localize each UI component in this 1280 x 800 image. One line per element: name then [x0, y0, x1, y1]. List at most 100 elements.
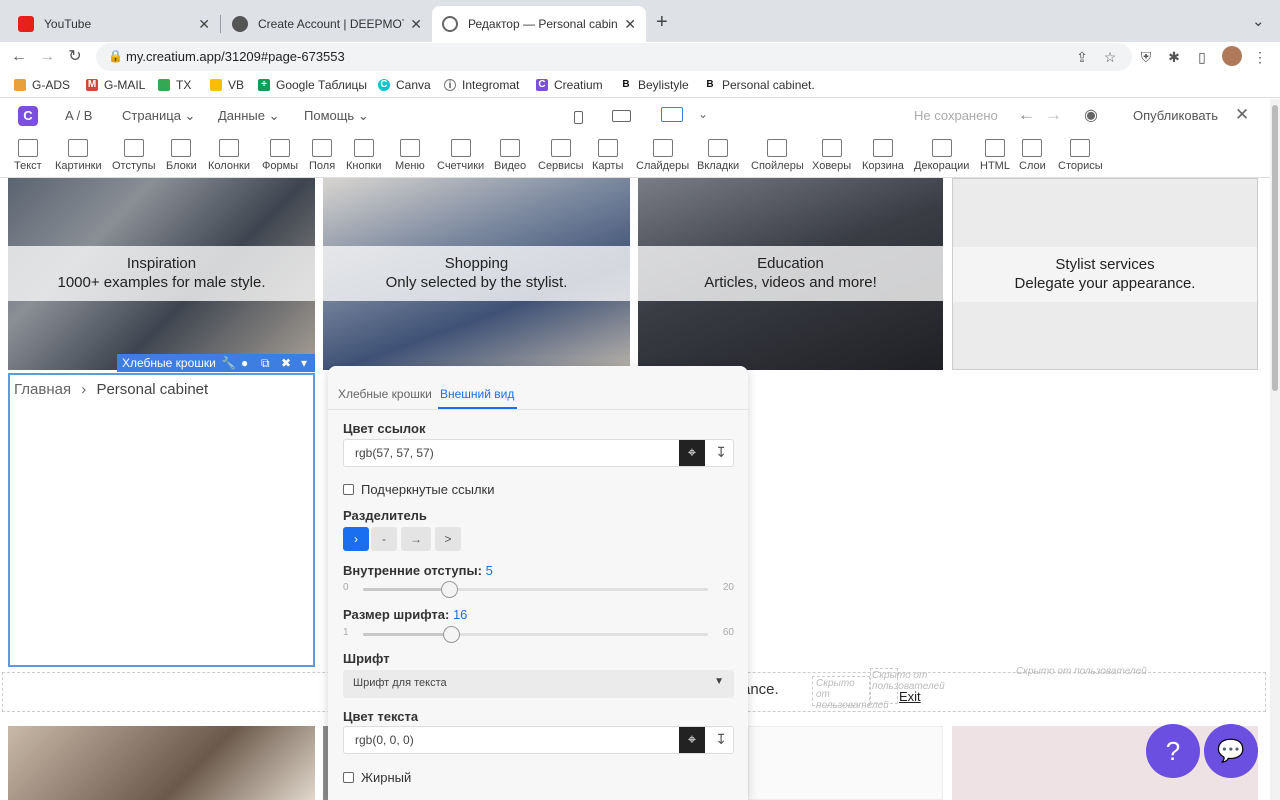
publish-button[interactable]: Опубликовать [1133, 108, 1218, 123]
creatium-logo[interactable]: C [18, 106, 38, 126]
card-education[interactable]: Education Articles, videos and more! [638, 178, 943, 370]
tool-15[interactable]: Спойлеры [751, 139, 804, 177]
sidebar-icon[interactable]: ▯ [1190, 45, 1214, 69]
tool-16[interactable]: Ховеры [812, 139, 851, 177]
close-icon[interactable]: ✕ [410, 16, 422, 33]
link-color-field[interactable]: rgb(57, 57, 57) ⌖ ↧ [343, 439, 734, 467]
font-select[interactable]: Шрифт для текста ▼ [343, 670, 734, 698]
tool-11[interactable]: Сервисы [538, 139, 584, 177]
tablet-view-icon[interactable] [612, 110, 631, 122]
shield-icon[interactable]: ⛨ [1134, 45, 1158, 69]
drop-icon[interactable]: ● [241, 354, 248, 372]
more-icon[interactable]: ⋮ [1248, 45, 1272, 69]
exit-link[interactable]: Exit [899, 689, 921, 704]
card-stylist-services[interactable]: Stylist services Delegate your appearanc… [952, 178, 1258, 370]
tab-editor[interactable]: Редактор — Personal cabinet ✕ [432, 6, 646, 42]
bookmark-beylistyle[interactable]: B Beylistyle [620, 76, 689, 94]
url-field[interactable]: 🔒 my.creatium.app/31209#page-673553 [96, 43, 1132, 71]
separator-option[interactable]: > [435, 527, 461, 551]
bookmark-g-ads[interactable]: G-ADS [14, 76, 70, 94]
bookmark-sheets[interactable]: + Google Таблицы [258, 76, 367, 94]
tool-14[interactable]: Вкладки [697, 139, 739, 177]
separator-option[interactable]: → [401, 527, 431, 551]
padding-slider[interactable]: 0 20 [343, 578, 734, 598]
bookmark-g-mail[interactable]: M G-MAIL [86, 76, 145, 94]
separator-option[interactable]: - [371, 527, 397, 551]
card-shopping[interactable]: Shopping Only selected by the stylist. [323, 178, 630, 370]
avatar[interactable] [1222, 46, 1242, 66]
bold-checkbox[interactable]: Жирный [343, 770, 411, 785]
card-inspiration[interactable]: Inspiration 1000+ examples for male styl… [8, 178, 315, 370]
wrench-icon[interactable]: 🔧 [221, 354, 236, 372]
close-editor-icon[interactable]: ✕ [1235, 105, 1249, 125]
bookmark-creatium[interactable]: C Creatium [536, 76, 603, 94]
page-menu[interactable]: Страница ⌄ [122, 108, 195, 124]
bookmark-vb[interactable]: VB [210, 76, 244, 94]
tool-17[interactable]: Корзина [862, 139, 904, 177]
back-icon[interactable]: ← [8, 46, 30, 68]
reset-arrow-icon[interactable]: ↧ [715, 444, 727, 461]
tool-4[interactable]: Колонки [208, 139, 250, 177]
tool-18[interactable]: Декорации [914, 139, 969, 177]
color-picker-icon[interactable]: ⌖ [679, 727, 705, 753]
preview-eye-icon[interactable]: ◉ [1084, 105, 1098, 125]
tool-12[interactable]: Карты [592, 139, 623, 177]
separator-option[interactable]: › [343, 527, 369, 551]
tool-7[interactable]: Кнопки [346, 139, 382, 177]
new-tab-button[interactable]: + [656, 11, 668, 34]
tool-0[interactable]: Текст [14, 139, 42, 177]
reload-icon[interactable]: ↻ [64, 46, 86, 68]
forward-icon[interactable]: → [36, 46, 58, 68]
font-size-slider[interactable]: 1 60 [343, 623, 734, 643]
tool-20[interactable]: Слои [1019, 139, 1046, 177]
text-color-field[interactable]: rgb(0, 0, 0) ⌖ ↧ [343, 726, 734, 754]
slider-track[interactable] [363, 581, 708, 598]
checkbox-box[interactable] [343, 484, 354, 495]
tool-1[interactable]: Картинки [55, 139, 102, 177]
chevron-down-icon[interactable]: ⌄ [698, 107, 708, 121]
bookmark-integromat[interactable]: i Integromat [444, 76, 519, 94]
slider-knob[interactable] [441, 581, 459, 598]
help-menu[interactable]: Помощь ⌄ [304, 108, 369, 124]
checkbox-box[interactable] [343, 772, 354, 783]
color-picker-icon[interactable]: ⌖ [679, 440, 705, 466]
breadcrumb-home-link[interactable]: Главная [14, 381, 71, 398]
desktop-view-icon[interactable] [661, 107, 683, 122]
tool-21[interactable]: Сторисы [1058, 139, 1103, 177]
close-icon[interactable]: ✕ [624, 16, 636, 33]
tab-deepmotion[interactable]: Create Account | DEEPMOTION ✕ [222, 6, 432, 42]
reset-arrow-icon[interactable]: ↧ [715, 731, 727, 748]
slider-knob[interactable] [442, 626, 460, 643]
tool-3[interactable]: Блоки [166, 139, 197, 177]
breadcrumbs-block[interactable]: Главная › Personal cabinet [8, 373, 315, 667]
undo-icon[interactable]: ← [1018, 105, 1035, 125]
bookmark-personal-cabinet[interactable]: B Personal cabinet. [704, 76, 815, 94]
delete-icon[interactable]: ✖ [281, 354, 291, 372]
tab-breadcrumbs[interactable]: Хлебные крошки [338, 387, 432, 401]
star-icon[interactable]: ☆ [1098, 45, 1122, 69]
tool-10[interactable]: Видео [494, 139, 526, 177]
redo-icon[interactable]: → [1045, 105, 1062, 125]
share-icon[interactable]: ⇪ [1070, 45, 1094, 69]
extensions-icon[interactable]: ✱ [1162, 45, 1186, 69]
tool-9[interactable]: Счетчики [437, 139, 484, 177]
tool-19[interactable]: HTML [980, 139, 1010, 177]
close-icon[interactable]: ✕ [198, 16, 210, 33]
bookmark-canva[interactable]: C Canva [378, 76, 431, 94]
tool-13[interactable]: Слайдеры [636, 139, 689, 177]
tool-6[interactable]: Поля [309, 139, 335, 177]
chevron-down-icon[interactable]: ▾ [301, 354, 307, 372]
mobile-view-icon[interactable] [574, 111, 583, 124]
help-button[interactable]: ? [1146, 724, 1200, 778]
block-label-bar[interactable]: Хлебные крошки 🔧 ● ⧉ ✖ ▾ [117, 354, 315, 372]
tool-2[interactable]: Отступы [112, 139, 156, 177]
chat-button[interactable]: 💬 [1204, 724, 1258, 778]
tool-8[interactable]: Меню [395, 139, 425, 177]
slider-track[interactable] [363, 626, 708, 643]
tab-search-icon[interactable]: ⌄ [1252, 12, 1265, 30]
tab-youtube[interactable]: YouTube ✕ [8, 6, 220, 42]
scrollbar-thumb[interactable] [1272, 105, 1278, 391]
copy-icon[interactable]: ⧉ [261, 354, 270, 372]
data-menu[interactable]: Данные ⌄ [218, 108, 280, 124]
ab-test-menu[interactable]: A / B [65, 108, 92, 123]
